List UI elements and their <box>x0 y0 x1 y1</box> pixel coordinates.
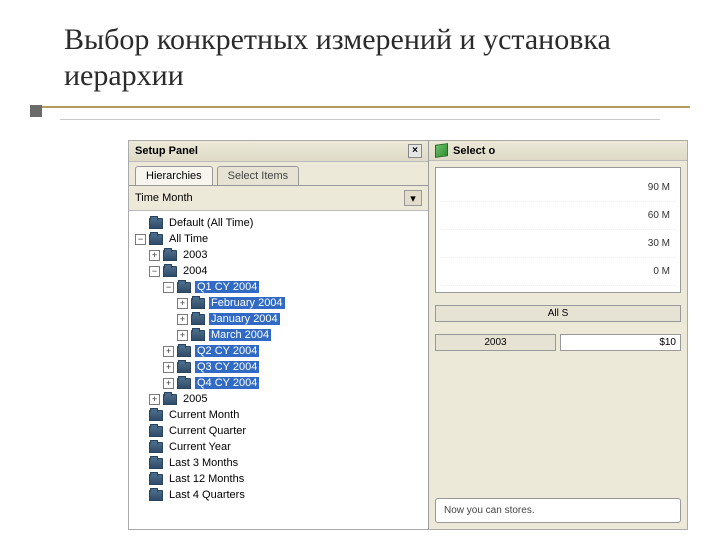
expand-toggle[interactable]: + <box>177 330 188 341</box>
hierarchy-tree[interactable]: Default (All Time) − All Time + 2003 − 2… <box>129 211 428 529</box>
chart-area: 90 M 60 M 30 M 0 M <box>435 167 681 293</box>
dimension-action-button[interactable]: ▾ <box>404 190 422 206</box>
right-panel-header: Select o <box>429 141 687 161</box>
tab-hierarchies[interactable]: Hierarchies <box>135 166 213 185</box>
folder-icon <box>177 282 191 293</box>
right-panel-title: Select o <box>453 145 495 157</box>
folder-icon <box>163 394 177 405</box>
info-message: Now you can stores. <box>435 498 681 523</box>
folder-icon <box>149 442 163 453</box>
folder-icon <box>149 410 163 421</box>
title-divider <box>30 106 690 110</box>
tree-node-q4-2004[interactable]: + Q4 CY 2004 <box>131 375 426 391</box>
expand-toggle[interactable]: + <box>149 394 160 405</box>
right-panel: Select o 90 M 60 M 30 M 0 M All S 2003 $… <box>429 141 687 529</box>
tree-node-2003[interactable]: + 2003 <box>131 247 426 263</box>
expand-toggle[interactable]: + <box>177 314 188 325</box>
dimension-row: Time Month ▾ <box>129 186 428 211</box>
tree-node-current-quarter[interactable]: Current Quarter <box>131 423 426 439</box>
y-axis-tick: 0 M <box>440 258 676 286</box>
grid-header-cell: All S <box>435 305 681 322</box>
folder-icon <box>149 474 163 485</box>
tree-node-current-year[interactable]: Current Year <box>131 439 426 455</box>
expand-toggle[interactable]: + <box>163 362 174 373</box>
panel-header: Setup Panel × <box>129 141 428 162</box>
tree-node-mar-2004[interactable]: + March 2004 <box>131 327 426 343</box>
app-window: Setup Panel × Hierarchies Select Items T… <box>128 140 688 530</box>
folder-icon <box>177 362 191 373</box>
tree-node-2004[interactable]: − 2004 <box>131 263 426 279</box>
tree-node-current-month[interactable]: Current Month <box>131 407 426 423</box>
data-grid-row: 2003 $10 <box>435 334 681 351</box>
tree-node-q1-2004[interactable]: − Q1 CY 2004 <box>131 279 426 295</box>
grid-year-cell: 2003 <box>435 334 556 351</box>
setup-panel: Setup Panel × Hierarchies Select Items T… <box>129 141 429 529</box>
expand-toggle[interactable]: + <box>163 346 174 357</box>
tree-node-jan-2004[interactable]: + January 2004 <box>131 311 426 327</box>
folder-icon <box>191 330 205 341</box>
tree-node-2005[interactable]: + 2005 <box>131 391 426 407</box>
dimension-label: Time Month <box>135 192 193 204</box>
tree-node-q3-2004[interactable]: + Q3 CY 2004 <box>131 359 426 375</box>
cube-icon <box>435 143 448 158</box>
panel-title: Setup Panel <box>135 145 198 157</box>
collapse-toggle[interactable]: − <box>149 266 160 277</box>
tree-node-default[interactable]: Default (All Time) <box>131 215 426 231</box>
tree-node-last-12-months[interactable]: Last 12 Months <box>131 471 426 487</box>
y-axis-tick: 60 M <box>440 202 676 230</box>
folder-icon <box>149 458 163 469</box>
grid-value-cell: $10 <box>560 334 681 351</box>
tree-node-last-4-quarters[interactable]: Last 4 Quarters <box>131 487 426 503</box>
y-axis-tick: 30 M <box>440 230 676 258</box>
folder-icon <box>149 218 163 229</box>
collapse-toggle[interactable]: − <box>163 282 174 293</box>
folder-icon <box>177 346 191 357</box>
data-grid-header-row: All S <box>435 305 681 322</box>
tree-node-all-time[interactable]: − All Time <box>131 231 426 247</box>
folder-icon <box>163 266 177 277</box>
panel-tabs: Hierarchies Select Items <box>129 162 428 186</box>
tree-node-last-3-months[interactable]: Last 3 Months <box>131 455 426 471</box>
folder-icon <box>191 298 205 309</box>
close-button[interactable]: × <box>408 144 422 158</box>
folder-icon <box>191 314 205 325</box>
tree-node-feb-2004[interactable]: + February 2004 <box>131 295 426 311</box>
tab-select-items[interactable]: Select Items <box>217 166 300 185</box>
folder-icon <box>177 378 191 389</box>
tree-node-q2-2004[interactable]: + Q2 CY 2004 <box>131 343 426 359</box>
folder-icon <box>149 426 163 437</box>
folder-icon <box>149 234 163 245</box>
folder-icon <box>149 490 163 501</box>
divider-accent-square <box>30 105 42 117</box>
expand-toggle[interactable]: + <box>163 378 174 389</box>
expand-toggle[interactable]: + <box>149 250 160 261</box>
chevron-down-icon: ▾ <box>410 192 416 205</box>
expand-toggle[interactable]: + <box>177 298 188 309</box>
folder-icon <box>163 250 177 261</box>
slide-title: Выбор конкретных измерений и установка и… <box>0 0 720 104</box>
y-axis-tick: 90 M <box>440 174 676 202</box>
collapse-toggle[interactable]: − <box>135 234 146 245</box>
